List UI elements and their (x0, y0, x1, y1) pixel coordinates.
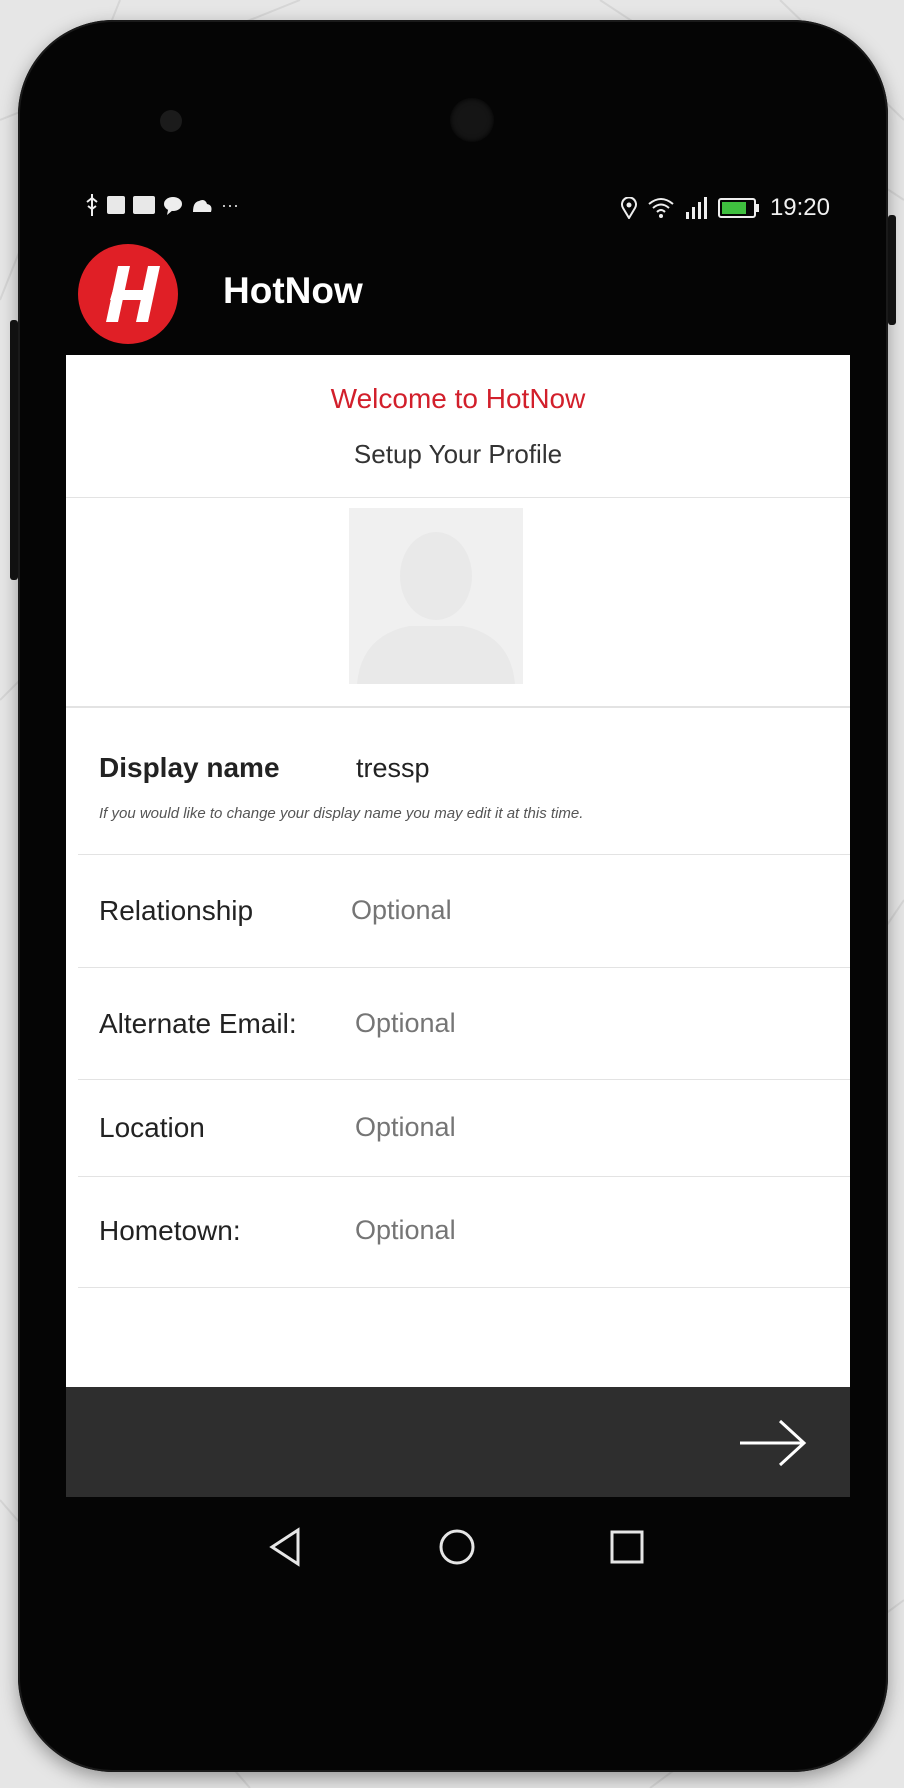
status-bar: ··· 19:20 (85, 190, 830, 226)
welcome-title: Welcome to HotNow (330, 383, 586, 414)
alternate-email-row: Alternate Email: (78, 968, 850, 1080)
app-bar: HotNow (66, 238, 856, 348)
recent-apps-icon[interactable] (602, 1522, 652, 1572)
status-right-icons: 19:20 (620, 194, 830, 222)
home-icon[interactable] (432, 1522, 482, 1572)
usb-icon (86, 194, 98, 216)
relationship-label: Relationship (99, 895, 254, 926)
signal-icon (685, 197, 707, 219)
location-row: Location (78, 1080, 850, 1177)
hotnow-logo[interactable] (78, 244, 178, 344)
hometown-row: Hometown: (78, 1177, 850, 1288)
system-nav-bar (230, 1512, 680, 1582)
wifi-icon (648, 198, 674, 218)
location-icon (620, 197, 637, 219)
clock: 19:20 (769, 194, 830, 221)
volume-button (888, 215, 896, 325)
avatar-section (66, 498, 850, 708)
app-title: HotNow (223, 270, 363, 311)
display-name-hint: If you would like to change your display… (99, 805, 584, 822)
more-icon: ··· (221, 194, 239, 215)
relationship-input[interactable] (351, 895, 651, 926)
logo-h-icon (106, 266, 160, 322)
avatar[interactable] (349, 508, 523, 684)
display-name-label: Display name (99, 752, 280, 783)
battery-icon (717, 198, 759, 218)
profile-setup-screen: Welcome to HotNow Setup Your Profile Dis… (66, 355, 850, 1387)
relationship-row: Relationship (78, 855, 850, 968)
alternate-email-label: Alternate Email: (99, 1008, 297, 1039)
back-icon[interactable] (260, 1522, 310, 1572)
youtube-icon (133, 196, 155, 214)
alternate-email-input[interactable] (355, 1008, 655, 1039)
hometown-input[interactable] (355, 1215, 655, 1246)
chat-icon (164, 197, 182, 215)
display-name-row: Display name tressp If you would like to… (78, 708, 850, 855)
next-arrow-icon[interactable] (738, 1415, 808, 1471)
power-button (10, 320, 18, 580)
front-camera (450, 98, 494, 142)
hometown-label: Hometown: (99, 1215, 241, 1246)
location-input[interactable] (355, 1112, 655, 1143)
location-label: Location (99, 1112, 205, 1143)
cloud-icon (193, 200, 212, 212)
welcome-subtitle: Setup Your Profile (353, 439, 563, 469)
display-name-field[interactable]: tressp (356, 753, 430, 784)
welcome-header: Welcome to HotNow Setup Your Profile (66, 355, 850, 498)
front-sensor (160, 110, 182, 132)
person-silhouette-icon (357, 532, 515, 684)
image-icon (107, 196, 125, 214)
status-left-icons: ··· (85, 194, 239, 216)
bottom-action-bar (66, 1387, 850, 1497)
